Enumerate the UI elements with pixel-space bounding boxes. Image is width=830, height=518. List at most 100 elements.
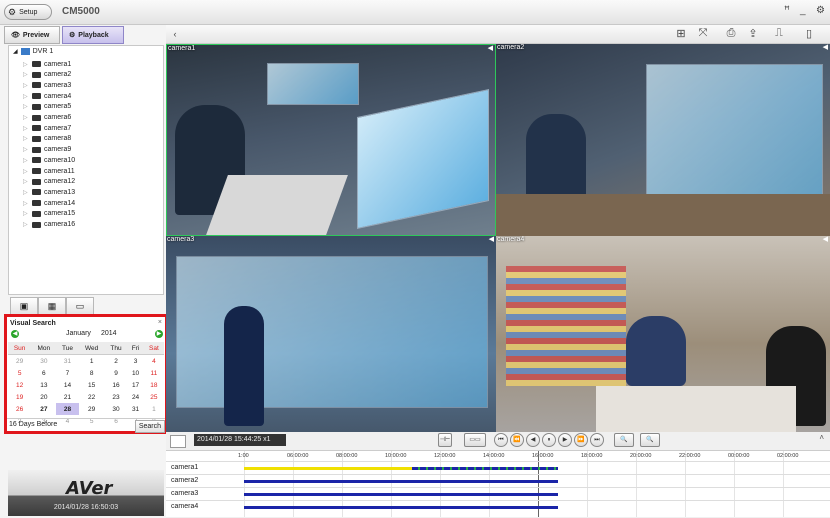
rewind-button[interactable]: ⏪	[510, 433, 524, 447]
calendar-day[interactable]: 31	[127, 403, 143, 415]
calendar-icon[interactable]	[170, 435, 186, 448]
settings-button[interactable]: ⚙	[816, 5, 825, 16]
calendar-day[interactable]: 8	[79, 367, 105, 379]
camera-tree-item[interactable]: ▷ camera6	[23, 113, 71, 123]
calendar-day[interactable]: 27	[31, 403, 56, 415]
export-icon[interactable]: ⇪	[746, 27, 760, 40]
expand-icon[interactable]: ▷	[23, 200, 29, 207]
expand-icon[interactable]: ▷	[23, 210, 29, 217]
calendar-day[interactable]: 10	[127, 367, 143, 379]
expand-icon[interactable]: ▷	[23, 103, 29, 110]
calendar-day[interactable]: 30	[31, 355, 56, 368]
prev-month-button[interactable]: ◀	[11, 330, 19, 338]
calendar-day[interactable]: 30	[105, 403, 128, 415]
expand-icon[interactable]: ▷	[23, 157, 29, 164]
timeline-grid[interactable]: 1:00 06:00:00 08:00:00 10:00:00 12:00:00 14:0…	[166, 450, 830, 517]
step-back-button[interactable]: ◀	[526, 433, 540, 447]
calendar-day[interactable]: 12	[8, 379, 31, 391]
calendar-day[interactable]: 9	[105, 367, 128, 379]
pin-icon[interactable]: ꟸ	[784, 5, 790, 16]
camera-tree-item[interactable]: ▷ camera4	[23, 91, 71, 101]
calendar-day[interactable]: 4	[144, 355, 164, 368]
calendar-day[interactable]: 26	[8, 403, 31, 415]
expand-icon[interactable]: ▷	[23, 178, 29, 185]
camera-tree-item[interactable]: ▷ camera1	[23, 59, 71, 69]
speaker-icon[interactable]: ◀	[488, 45, 493, 52]
calendar-day[interactable]: 19	[8, 391, 31, 403]
camera-tree-item[interactable]: ▷ camera7	[23, 123, 71, 133]
calendar-day[interactable]: 21	[56, 391, 78, 403]
calendar-day[interactable]: 7	[56, 367, 78, 379]
expand-icon[interactable]: ▷	[23, 71, 29, 78]
play-button[interactable]: ▶	[558, 433, 572, 447]
timeline-track[interactable]: camera4	[166, 500, 830, 513]
pause-button[interactable]: ⏸	[542, 433, 556, 447]
calendar-day[interactable]: 16	[105, 379, 128, 391]
search-button[interactable]: Search	[134, 420, 165, 433]
speed-icon[interactable]: ▭▭	[464, 433, 486, 447]
expand-icon[interactable]: ▷	[23, 61, 29, 68]
calendar-day[interactable]: 15	[79, 379, 105, 391]
timeline-track[interactable]: camera2	[166, 474, 830, 487]
chevron-up-icon[interactable]: ˄	[819, 433, 824, 442]
close-icon[interactable]: ×	[158, 319, 162, 326]
calendar-day[interactable]: 2	[105, 355, 128, 368]
zoom-in-timeline-icon[interactable]: 🔍	[614, 433, 634, 447]
calendar-day[interactable]: 1	[144, 403, 164, 415]
tab-playback[interactable]: ⚙ Playback	[62, 26, 124, 44]
camera-tree-item[interactable]: ▷ camera15	[23, 209, 75, 219]
calendar-day[interactable]: 5	[8, 367, 31, 379]
calendar-day[interactable]: 13	[31, 379, 56, 391]
fast-forward-button[interactable]: ⏩	[574, 433, 588, 447]
tab-device-list[interactable]: ▣	[10, 297, 38, 315]
camera-tree-item[interactable]: ▷ camera3	[23, 80, 71, 90]
camera-tree-item[interactable]: ▷ camera13	[23, 187, 75, 197]
video-cell-camera1[interactable]: camera1 ◀	[166, 44, 496, 236]
print-icon[interactable]: ⎍	[772, 27, 786, 40]
layout-grid-icon[interactable]: ⊞	[674, 27, 688, 40]
tab-bookmark[interactable]: ▭	[66, 297, 94, 315]
tree-root-dvr[interactable]: ◢ DVR 1	[13, 48, 53, 55]
year-label[interactable]: 2014	[101, 330, 117, 337]
delete-icon[interactable]: ▯	[802, 27, 816, 40]
expand-icon[interactable]: ▷	[23, 114, 29, 121]
calendar-day[interactable]: 24	[127, 391, 143, 403]
month-label[interactable]: January	[66, 330, 91, 337]
calendar-day[interactable]: 17	[127, 379, 143, 391]
calendar-day[interactable]: 31	[56, 355, 78, 368]
zoom-out-icon[interactable]: ⊣⊢	[438, 433, 452, 447]
camera-tree-item[interactable]: ▷ camera12	[23, 177, 75, 187]
calendar-day[interactable]: 20	[31, 391, 56, 403]
timeline-track[interactable]: camera3	[166, 487, 830, 500]
camera-tree-item[interactable]: ▷ camera8	[23, 134, 71, 144]
calendar-day[interactable]: 29	[79, 403, 105, 415]
camera-tree-item[interactable]: ▷ camera9	[23, 145, 71, 155]
tab-preview[interactable]: 👁 Preview	[4, 26, 60, 44]
zoom-out-timeline-icon[interactable]: 🔍	[640, 433, 660, 447]
speaker-icon[interactable]: ◀	[823, 44, 828, 51]
calendar-day[interactable]: 25	[144, 391, 164, 403]
camera-tree-item[interactable]: ▷ camera2	[23, 70, 71, 80]
collapse-icon[interactable]: ◢	[13, 48, 18, 55]
expand-icon[interactable]: ▷	[23, 135, 29, 142]
calendar-day[interactable]: 11	[144, 367, 164, 379]
fullscreen-icon[interactable]: ⤧	[696, 27, 710, 40]
camera-tree-item[interactable]: ▷ camera11	[23, 166, 75, 176]
video-cell-camera2[interactable]: camera2 ◀	[496, 44, 830, 236]
snapshot-icon[interactable]: ⎙	[724, 27, 738, 40]
tab-event-search[interactable]: ▦	[38, 297, 66, 315]
calendar-day[interactable]: 14	[56, 379, 78, 391]
calendar-day[interactable]: 1	[79, 355, 105, 368]
minimize-button[interactable]: _	[800, 5, 806, 16]
previous-segment-button[interactable]: ⏮	[494, 433, 508, 447]
calendar-day[interactable]: 28	[56, 403, 79, 415]
calendar-day[interactable]: 29	[8, 355, 31, 368]
camera-tree-item[interactable]: ▷ camera16	[23, 220, 75, 230]
camera-tree-item[interactable]: ▷ camera10	[23, 155, 75, 165]
next-segment-button[interactable]: ⏭	[590, 433, 604, 447]
camera-tree-item[interactable]: ▷ camera5	[23, 102, 71, 112]
calendar-day[interactable]: 22	[79, 391, 105, 403]
speaker-icon[interactable]: ◀	[823, 236, 828, 243]
timeline-track[interactable]: camera1	[166, 461, 830, 474]
expand-icon[interactable]: ▷	[23, 146, 29, 153]
